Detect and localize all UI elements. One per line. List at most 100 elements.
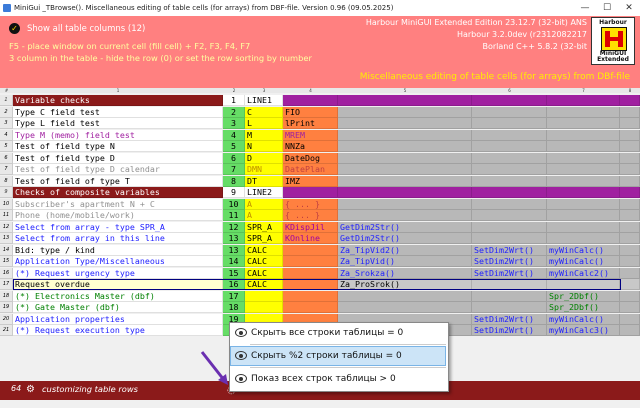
table-cell[interactable]: Test of field type N <box>13 141 223 152</box>
table-cell[interactable]: GetDim2Str() <box>338 233 472 244</box>
table-cell[interactable]: lPrint <box>283 118 338 129</box>
table-cell[interactable] <box>620 244 640 256</box>
maximize-button[interactable]: ☐ <box>596 0 618 16</box>
table-cell[interactable] <box>338 187 472 198</box>
table-cell[interactable]: Za_TipVid2() <box>338 244 472 256</box>
table-cell[interactable]: 15 <box>223 267 245 279</box>
minimize-button[interactable]: — <box>574 0 596 16</box>
table-cell[interactable]: M <box>245 129 283 141</box>
table-cell[interactable] <box>472 152 547 164</box>
table-cell[interactable]: Za_TipVid() <box>338 256 472 267</box>
table-row[interactable]: 3 Type L field test 3 LlPrint <box>0 118 640 129</box>
table-cell[interactable]: 4 <box>223 129 245 141</box>
table-row[interactable]: 7 Test of field type D calendar 7 DMN DateP… <box>0 164 640 175</box>
table-row[interactable]: 8 Test of field of type T 8 DT IMZ <box>0 175 640 187</box>
table-cell[interactable]: KOnline <box>283 233 338 244</box>
table-cell[interactable] <box>620 175 640 187</box>
table-cell[interactable]: { ... } <box>283 210 338 221</box>
table-cell[interactable]: A <box>245 198 283 210</box>
table-row[interactable]: 5 Test of field type N 5 N NNZa <box>0 141 640 152</box>
table-row[interactable]: 16 (*) Request urgency type 15 CALC Za_Srok… <box>0 267 640 279</box>
table-row[interactable]: 11 Phone (home/mobile/work) 11 A{ ... } <box>0 210 640 221</box>
table-cell[interactable] <box>472 290 547 302</box>
table-cell[interactable] <box>547 164 620 175</box>
table-cell[interactable] <box>620 141 640 152</box>
table-cell[interactable] <box>620 290 640 302</box>
table-cell[interactable]: CALC <box>245 244 283 256</box>
table-cell[interactable]: Test of field of type T <box>13 175 223 187</box>
table-cell[interactable]: FIO <box>283 106 338 118</box>
table-cell[interactable] <box>547 221 620 233</box>
table-cell[interactable]: 11 <box>223 210 245 221</box>
table-cell[interactable] <box>283 290 338 302</box>
table-cell[interactable]: Za_Srokza() <box>338 267 472 279</box>
table-cell[interactable]: 8 <box>223 175 245 187</box>
table-cell[interactable]: SPR_A <box>245 221 283 233</box>
table-cell[interactable]: (*) Electronics Master (dbf) <box>13 290 223 302</box>
table-cell[interactable]: SetDim2Wrt() <box>472 244 547 256</box>
table-cell[interactable]: D <box>245 152 283 164</box>
table-cell[interactable]: 13 <box>223 244 245 256</box>
table-cell[interactable]: (*) Gate Master (dbf) <box>13 302 223 313</box>
table-cell[interactable]: NNZa <box>283 141 338 152</box>
table-cell[interactable]: 17 <box>223 290 245 302</box>
table-cell[interactable] <box>620 256 640 267</box>
table-cell[interactable]: DMN <box>245 164 283 175</box>
table-row[interactable]: 10 Subscriber's apartment N + C 10 A{ ... … <box>0 198 640 210</box>
table-cell[interactable] <box>338 118 472 129</box>
menu-item-hide-all-rows[interactable]: Скрыть все строки таблицы = 0 <box>231 324 445 342</box>
table-cell[interactable]: GetDim2Str() <box>338 221 472 233</box>
table-cell[interactable] <box>547 129 620 141</box>
table-cell[interactable]: myWinCalc() <box>547 244 620 256</box>
table-cell[interactable]: myWinCalc2() <box>547 267 620 279</box>
table-row[interactable]: 2 Type C field test 2 C FIO <box>0 106 640 118</box>
table-cell[interactable]: 5 <box>223 141 245 152</box>
table-cell[interactable] <box>472 233 547 244</box>
table-cell[interactable]: Application Type/Miscellaneous <box>13 256 223 267</box>
table-cell[interactable]: DateDog <box>283 152 338 164</box>
table-cell[interactable] <box>620 118 640 129</box>
menu-item-hide-percent-rows[interactable]: Скрыть %2 строки таблицы = 0 <box>230 346 446 366</box>
table-cell[interactable]: Select from array in this line <box>13 233 223 244</box>
table-cell[interactable]: DT <box>245 175 283 187</box>
table-cell[interactable]: 12 <box>223 221 245 233</box>
table-cell[interactable]: CALC <box>245 256 283 267</box>
table-cell[interactable] <box>283 244 338 256</box>
table-cell[interactable] <box>472 198 547 210</box>
gear-icon[interactable]: ⚙ <box>26 384 35 396</box>
show-all-columns-label[interactable]: Show all table columns (12) <box>27 24 145 34</box>
table-row[interactable]: 4 Type M (memo) field test 4 M MREM <box>0 129 640 141</box>
table-cell[interactable] <box>472 106 547 118</box>
table-cell[interactable]: LINE1 <box>245 95 283 106</box>
table-cell[interactable] <box>472 95 547 106</box>
close-button[interactable]: ✕ <box>618 0 640 16</box>
table-row[interactable]: 1 Variable checks 1 LINE1 <box>0 95 640 106</box>
table-cell[interactable]: Select from array - type SPR_A <box>13 221 223 233</box>
table-cell[interactable] <box>472 302 547 313</box>
table-cell[interactable] <box>245 290 283 302</box>
table-cell[interactable] <box>620 325 640 336</box>
table-cell[interactable] <box>283 256 338 267</box>
table-cell[interactable]: myWinCalc3() <box>547 325 620 336</box>
table-cell[interactable] <box>547 118 620 129</box>
table-cell[interactable]: DatePlan <box>283 164 338 175</box>
table-cell[interactable]: Type C field test <box>13 106 223 118</box>
table-cell[interactable]: Checks of composite variables <box>13 187 223 198</box>
table-cell[interactable]: N <box>245 141 283 152</box>
column-header[interactable]: 7 <box>547 88 621 93</box>
table-row[interactable]: 12 Select from array - type SPR_A 12 SPR_A… <box>0 221 640 233</box>
table-cell[interactable] <box>620 302 640 313</box>
table-cell[interactable]: 3 <box>223 118 245 129</box>
table-cell[interactable] <box>620 187 640 198</box>
menu-item-show-all-rows[interactable]: Показ всех строк таблицы > 0 <box>231 370 445 388</box>
table-cell[interactable] <box>472 221 547 233</box>
table-cell[interactable] <box>620 313 640 325</box>
table-cell[interactable] <box>245 302 283 313</box>
table-cell[interactable] <box>338 175 472 187</box>
table-cell[interactable]: A <box>245 210 283 221</box>
table-cell[interactable] <box>338 129 472 141</box>
footer-label[interactable]: customizing table rows <box>42 384 138 394</box>
table-cell[interactable]: 2 <box>223 106 245 118</box>
table-cell[interactable]: Test of field type D <box>13 152 223 164</box>
table-cell[interactable] <box>547 141 620 152</box>
